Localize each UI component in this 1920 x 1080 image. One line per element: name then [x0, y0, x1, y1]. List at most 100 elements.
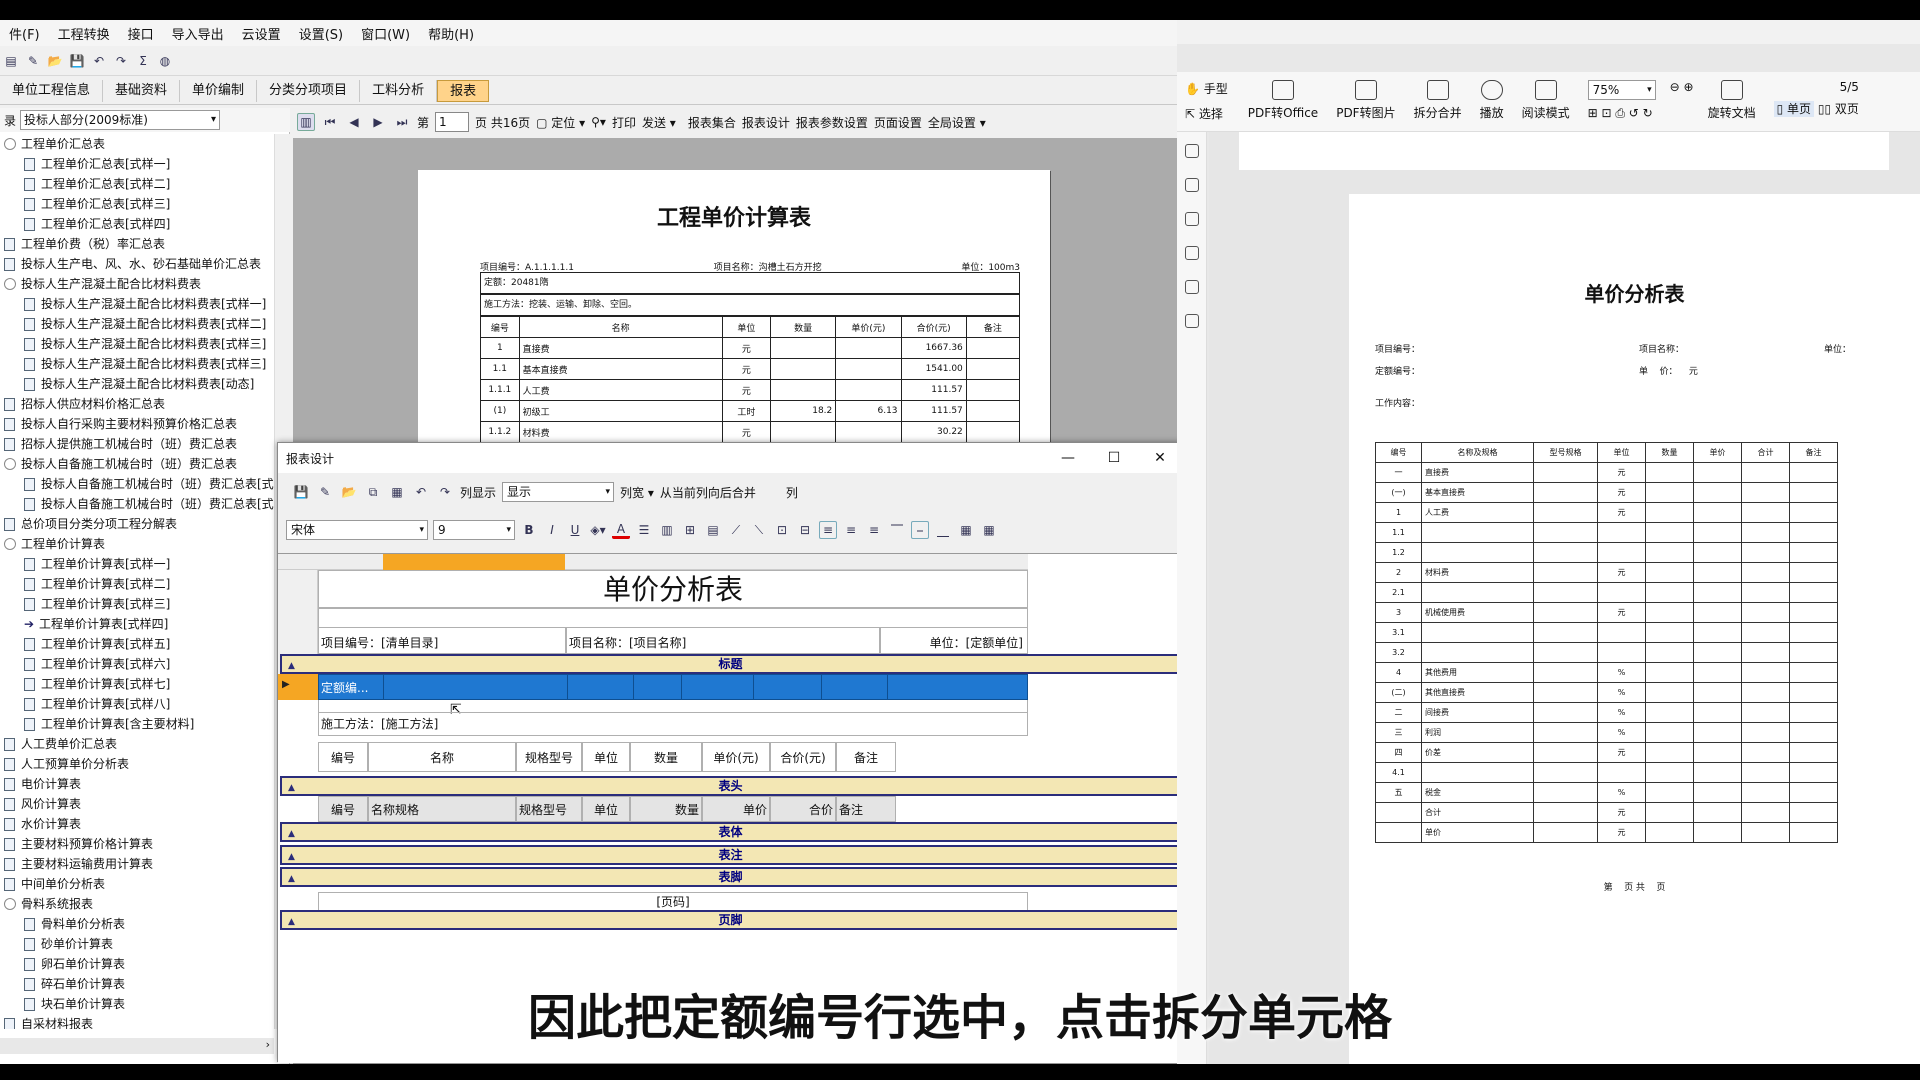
- open-icon[interactable]: 📂: [340, 483, 358, 501]
- merge-cell-icon[interactable]: ▤: [704, 521, 722, 539]
- pdf-to-image-button[interactable]: PDF转图片: [1336, 80, 1396, 121]
- font-size-select[interactable]: 9 ▾: [433, 520, 515, 540]
- align-left-icon[interactable]: ≡: [819, 521, 837, 539]
- split-merge-button[interactable]: 拆分合并: [1414, 80, 1462, 121]
- selected-quota-row[interactable]: 定额编...: [318, 674, 1028, 700]
- band-expand-icon[interactable]: ▲: [288, 826, 295, 842]
- single-page-button[interactable]: ▯ 单页: [1773, 101, 1815, 117]
- category-select[interactable]: 投标人部分(2009标准) ▾: [20, 110, 221, 130]
- tree-item[interactable]: 招标人提供施工机械台时（班）费汇总表: [0, 434, 274, 454]
- valign-middle-icon[interactable]: ⎯: [911, 521, 929, 539]
- attachment-icon[interactable]: [1184, 246, 1199, 260]
- tree-item[interactable]: 工程单价计算表[式样三]: [0, 594, 274, 614]
- band-expand-icon[interactable]: ▲: [288, 871, 295, 887]
- column-display-select[interactable]: 显示 ▾: [502, 482, 615, 502]
- tree-item[interactable]: 投标人生产混凝土配合比材料费表[式样三]: [0, 334, 274, 354]
- tree-item[interactable]: 投标人自行采购主要材料预算价格汇总表: [0, 414, 274, 434]
- tree-item[interactable]: ➔ 工程单价计算表[式样四]: [0, 614, 274, 634]
- column-width-button[interactable]: 列宽 ▾: [620, 484, 654, 501]
- redo-icon[interactable]: ↷: [436, 483, 454, 501]
- diagonal-icon[interactable]: ⟋: [727, 521, 745, 539]
- valign-bottom-icon[interactable]: ⎽: [934, 521, 952, 539]
- undo-icon[interactable]: ↶: [412, 483, 430, 501]
- tree-item[interactable]: 投标人自备施工机械台时（班）费汇总表: [0, 454, 274, 474]
- align-right-icon[interactable]: ≡: [865, 521, 883, 539]
- tree-item[interactable]: 人工费单价汇总表: [0, 734, 274, 754]
- tree-item[interactable]: 投标人生产电、风、水、砂石基础单价汇总表: [0, 254, 274, 274]
- comment-icon[interactable]: [1184, 212, 1199, 226]
- designer-body-cell[interactable]: 数量: [630, 796, 702, 822]
- tree-item[interactable]: 主要材料运输费用计算表: [0, 854, 274, 874]
- menu-file[interactable]: 件(F): [0, 24, 49, 43]
- band-note[interactable]: ▲ 表注: [280, 845, 1181, 865]
- designer-report-title[interactable]: 单价分析表: [318, 570, 1028, 608]
- read-mode-button[interactable]: 阅读模式: [1522, 80, 1570, 121]
- insert-row-icon[interactable]: ☰: [635, 521, 653, 539]
- designer-body-cell[interactable]: 编号: [318, 796, 368, 822]
- tree-item[interactable]: 水价计算表: [0, 814, 274, 834]
- tree-item[interactable]: 中间单价分析表: [0, 874, 274, 894]
- tree-item[interactable]: 人工预算单价分析表: [0, 754, 274, 774]
- designer-empty-row[interactable]: [318, 608, 1028, 628]
- designer-header-cell[interactable]: 编号: [318, 742, 368, 772]
- designer-body-cell[interactable]: 名称规格: [368, 796, 516, 822]
- signature-icon[interactable]: [1184, 280, 1199, 294]
- select-tool-button[interactable]: ⇱ 选择: [1185, 105, 1228, 122]
- send-button[interactable]: 发送 ▾: [642, 114, 676, 131]
- grid-icon[interactable]: ▦: [388, 483, 406, 501]
- designer-header-cell[interactable]: 数量: [630, 742, 702, 772]
- insert-col-icon[interactable]: ▥: [658, 521, 676, 539]
- report-collection-button[interactable]: 报表集合: [688, 114, 736, 131]
- tree-item[interactable]: 投标人生产混凝土配合比材料费表[式样一]: [0, 294, 274, 314]
- designer-unit[interactable]: 单位：[定额单位]: [880, 628, 1028, 654]
- align-center-icon[interactable]: ≡: [842, 521, 860, 539]
- tree-item[interactable]: 工程单价计算表[式样一]: [0, 554, 274, 574]
- designer-body-cell[interactable]: 备注: [836, 796, 896, 822]
- font-color-icon[interactable]: A: [612, 521, 630, 539]
- tree-item[interactable]: 工程单价计算表[式样六]: [0, 654, 274, 674]
- tree-item[interactable]: 骨料单价分析表: [0, 914, 274, 934]
- designer-header-cell[interactable]: 单位: [582, 742, 630, 772]
- quota-code-cell[interactable]: 定额编...: [321, 679, 368, 696]
- table-icon[interactable]: ▦: [957, 521, 975, 539]
- diagonal-2-icon[interactable]: ⟍: [750, 521, 768, 539]
- page-view-icon[interactable]: ▥: [297, 113, 315, 131]
- selected-column-marker[interactable]: [383, 554, 565, 570]
- minimize-icon[interactable]: —: [1045, 443, 1091, 473]
- band-header[interactable]: ▲ 表头: [280, 776, 1181, 796]
- tab-basic-data[interactable]: 基础资料: [103, 79, 181, 102]
- tree-item[interactable]: 总价项目分类分项工程分解表: [0, 514, 274, 534]
- designer-header-cell[interactable]: 名称: [368, 742, 516, 772]
- tree-item[interactable]: 投标人自备施工机械台时（班）费汇总表[式: [0, 474, 274, 494]
- tree-item[interactable]: 投标人生产混凝土配合比材料费表[动态]: [0, 374, 274, 394]
- maximize-icon[interactable]: ☐: [1091, 443, 1137, 473]
- designer-item-name[interactable]: 项目名称：[项目名称]: [566, 628, 880, 654]
- tree-item[interactable]: 投标人生产混凝土配合比材料费表[式样三]: [0, 354, 274, 374]
- edit-icon[interactable]: ✎: [316, 483, 334, 501]
- layers-icon[interactable]: [1184, 314, 1199, 328]
- underline-icon[interactable]: U: [566, 521, 584, 539]
- global-settings-button[interactable]: 全局设置 ▾: [928, 114, 986, 131]
- pdf-to-office-button[interactable]: PDF转Office: [1248, 80, 1318, 121]
- prev-page-icon[interactable]: ◀: [345, 113, 363, 131]
- tree-item[interactable]: 工程单价汇总表[式样二]: [0, 174, 274, 194]
- tree-item[interactable]: 风价计算表: [0, 794, 274, 814]
- border-none-icon[interactable]: ⊟: [796, 521, 814, 539]
- new-icon[interactable]: ▤: [2, 52, 20, 70]
- designer-body-cell[interactable]: 单价: [702, 796, 770, 822]
- bold-icon[interactable]: B: [520, 521, 538, 539]
- menu-import-export[interactable]: 导入导出: [163, 24, 233, 43]
- tree-item[interactable]: 工程单价计算表[式样五]: [0, 634, 274, 654]
- tab-material-analysis[interactable]: 工料分析: [360, 79, 438, 102]
- designer-item-code[interactable]: 项目编号：[清单目录]: [318, 628, 566, 654]
- fill-color-icon[interactable]: ◈▾: [589, 521, 607, 539]
- designer-header-cell[interactable]: 单价(元): [702, 742, 770, 772]
- menu-window[interactable]: 窗口(W): [352, 24, 419, 43]
- tab-itemized-project[interactable]: 分类分项项目: [257, 79, 361, 102]
- tree-item[interactable]: 主要材料预算价格计算表: [0, 834, 274, 854]
- double-page-button[interactable]: ▯▯ 双页: [1818, 102, 1859, 116]
- tab-unit-price[interactable]: 单价编制: [180, 79, 258, 102]
- italic-icon[interactable]: I: [543, 521, 561, 539]
- menu-project-convert[interactable]: 工程转换: [49, 24, 119, 43]
- save-icon[interactable]: 💾: [292, 483, 310, 501]
